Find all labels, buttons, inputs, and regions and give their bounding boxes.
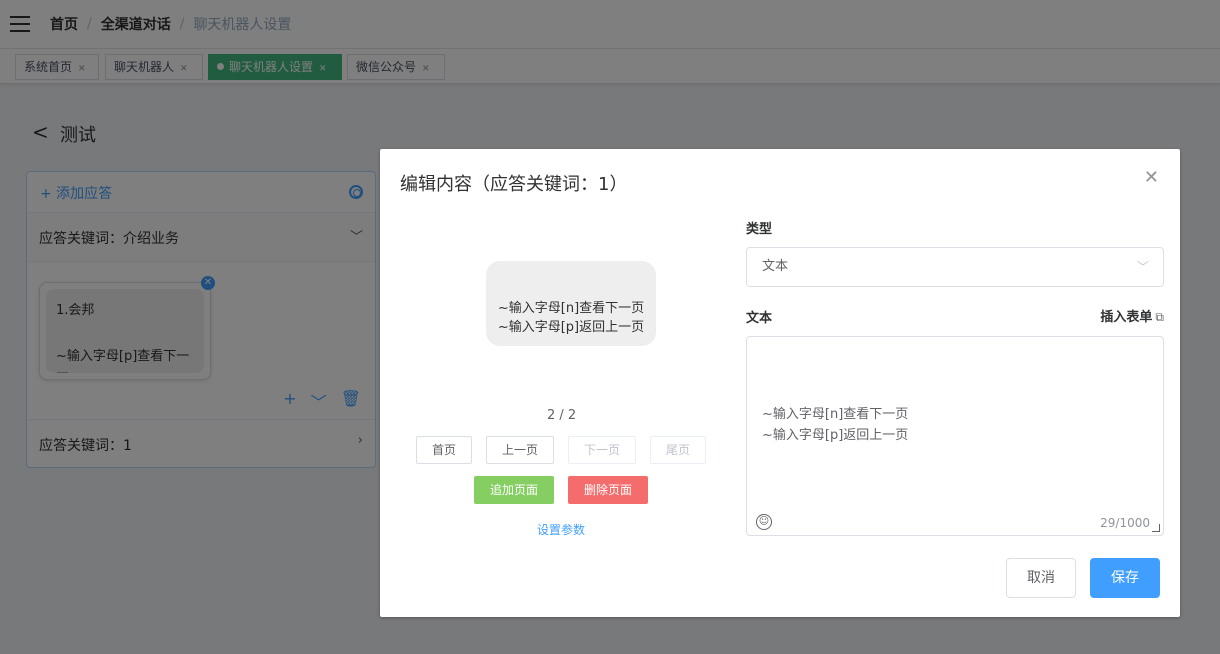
first-page-button[interactable]: 首页 <box>416 436 472 464</box>
type-select[interactable]: 文本 ﹀ <box>746 247 1164 287</box>
char-counter: 29/1000 <box>1100 516 1150 530</box>
add-page-button[interactable]: 追加页面 <box>474 476 554 504</box>
next-page-button[interactable]: 下一页 <box>568 436 636 464</box>
text-input[interactable]: ~输入字母[n]查看下一页 ~输入字母[p]返回上一页 ☺ 29/1000 <box>746 336 1164 536</box>
text-label: 文本 <box>746 311 773 326</box>
type-label: 类型 <box>746 222 773 237</box>
insert-form-link[interactable]: 插入表单 ⧉ <box>1100 306 1164 325</box>
copy-icon: ⧉ <box>1155 310 1164 324</box>
chevron-down-icon: ﹀ <box>1136 260 1149 274</box>
emoji-icon[interactable]: ☺ <box>756 514 772 530</box>
insert-form-label: 插入表单 <box>1100 310 1153 325</box>
text-input-value: ~输入字母[n]查看下一页 ~输入字母[p]返回上一页 <box>762 407 909 443</box>
page-indicator: 2 / 2 <box>547 408 577 423</box>
set-params-link[interactable]: 设置参数 <box>537 521 585 538</box>
resize-handle-icon[interactable] <box>1152 524 1160 532</box>
cancel-button[interactable]: 取消 <box>1006 558 1076 598</box>
close-icon[interactable]: ✕ <box>1144 167 1159 188</box>
save-button[interactable]: 保存 <box>1090 558 1160 598</box>
preview-bubble: ~输入字母[n]查看下一页 ~输入字母[p]返回上一页 <box>486 261 656 346</box>
delete-page-button[interactable]: 删除页面 <box>568 476 648 504</box>
edit-content-dialog: 编辑内容（应答关键词：1） ✕ ~输入字母[n]查看下一页 ~输入字母[p]返回… <box>380 149 1180 617</box>
dialog-title: 编辑内容（应答关键词：1） <box>400 174 628 195</box>
last-page-button[interactable]: 尾页 <box>650 436 706 464</box>
type-select-value: 文本 <box>762 259 789 274</box>
prev-page-button[interactable]: 上一页 <box>486 436 554 464</box>
